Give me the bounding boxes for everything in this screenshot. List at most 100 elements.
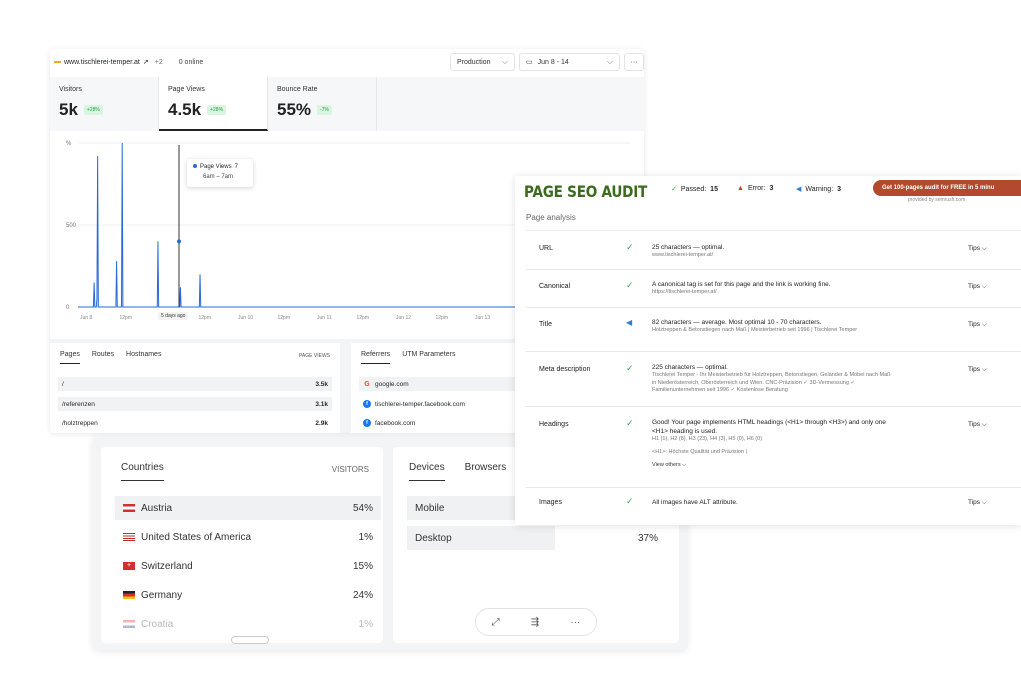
list-item[interactable]: Desktop [407,526,555,550]
tooltip-time: 6am – 7am [203,174,234,180]
view-others-label: View others [652,461,681,468]
more-icon: ··· [630,58,638,66]
free-audit-button[interactable]: Get 100-pages audit for FREE in 5 minu [873,180,1021,196]
list-item[interactable]: Germany 24% [115,583,381,607]
x-tick-label: Jun 12 [396,315,411,321]
metric-label: Visitors [59,86,82,93]
column-header: PAGE VIEWS [298,353,330,359]
row-sub: Tischlerei Temper - Ihr Meisterbetrieb f… [652,372,891,394]
tips-label: Tips [968,499,981,506]
tab-hostnames[interactable]: Hostnames [126,351,161,364]
row-label: google.com [375,380,409,388]
google-icon: G [364,380,370,388]
days-ago-label: 5 days ago [158,312,189,320]
online-count: 0 online [178,58,204,66]
more-menu-button[interactable]: ··· [624,53,644,71]
metric-page-views[interactable]: Page Views 4.5k +28% [159,77,268,131]
seo-table: URL ✓ 25 characters — optimal. www.tischl… [526,230,1021,525]
seo-row-headings: Headings ✓ Good! Your page implements HT… [526,407,1021,488]
row-name: URL [539,245,554,252]
warning-count: 3 [837,185,842,193]
x-tick-label: Jun 8 [80,315,92,321]
section-label: Page analysis [526,213,576,222]
warning-label: Warning: [805,185,834,193]
countries-card: Countries VISITORS Austria 54% United Sta… [101,447,383,644]
row-text: 82 characters — average. Most optimal 10… [652,319,822,326]
usa-flag-icon [123,533,135,541]
x-tick-label: 12pm [199,315,212,321]
seo-row-images: Images ✓ All images have ALT attribute. … [526,488,1021,526]
tab-utm-parameters[interactable]: UTM Parameters [402,351,455,364]
more-icon[interactable]: ··· [570,617,580,628]
scroll-pill[interactable] [231,636,269,644]
x-tick-label: Jun 10 [238,315,253,321]
x-tick-label: 12pm [278,315,291,321]
view-others-link[interactable]: View others ⌵ [652,462,892,470]
tips-button[interactable]: Tips ⌵ [968,283,987,291]
table-row[interactable]: /referenzen 3.1k [58,397,332,411]
tips-label: Tips [968,283,981,290]
row-name: Meta description [539,366,591,373]
x-tick-label: Jun 11 [317,315,332,321]
metric-bounce-rate[interactable]: Bounce Rate 55% -7% [268,77,377,131]
row-name: Canonical [539,283,571,290]
tips-button[interactable]: Tips ⌵ [968,499,987,507]
tab-browsers[interactable]: Browsers [465,462,507,481]
chevron-down-icon: ⌵ [501,57,508,66]
tab-countries[interactable]: Countries [121,462,164,481]
chevron-down-icon: ⌵ [606,57,613,66]
site-selector[interactable]: www.tischlerei-temper.at ↗ +2 [54,58,163,66]
check-icon: ✓ [626,280,634,290]
country-value: 54% [352,502,373,514]
table-row[interactable]: /holztreppen 2.9k [58,416,332,430]
list-item[interactable]: Austria 54% [115,496,381,520]
tab-routes[interactable]: Routes [92,351,114,364]
row-value: 2.9k [315,419,328,427]
seo-row-meta-description: Meta description ✓ 225 characters — opti… [526,352,1021,407]
tips-button[interactable]: Tips ⌵ [968,321,987,329]
tips-button[interactable]: Tips ⌵ [968,245,987,253]
y-tick-label: 500 [66,223,77,229]
tooltip-value: 7 [234,164,238,170]
share-icon[interactable]: ⇶ [531,617,539,628]
site-logo-icon [54,61,61,63]
switzerland-flag-icon: + [123,562,135,570]
metric-visitors[interactable]: Visitors 5k +28% [50,77,159,131]
check-icon: ✓ [626,496,634,506]
tab-devices[interactable]: Devices [409,462,445,481]
chart-tooltip: Page Views 7 6am – 7am [187,159,253,187]
row-text: All images have ALT attribute. [652,499,738,506]
seo-row-title: Title ◀ 82 characters — average. Most op… [526,308,1021,352]
tips-button[interactable]: Tips ⌵ [968,366,987,374]
facebook-icon: f [363,419,371,427]
list-item[interactable]: + Switzerland 15% [115,554,381,578]
x-tick-label: 12pm [436,315,449,321]
row-label: facebook.com [375,419,416,427]
table-row[interactable]: / 3.5k [58,377,332,391]
country-value: 24% [352,589,373,601]
tab-pages[interactable]: Pages [60,351,80,364]
row-sub: Holztreppen & Betonstiegen nach Maß | Me… [652,327,858,334]
environment-select[interactable]: Production ⌵ [450,53,515,71]
facebook-icon: f [363,400,371,408]
country-name: United States of America [141,531,252,543]
tab-referrers[interactable]: Referrers [361,351,391,364]
metric-value: 4.5k [168,100,202,119]
external-link-icon[interactable]: ↗ [143,58,149,66]
tips-button[interactable]: Tips ⌵ [968,421,987,429]
metrics-row: Visitors 5k +28% Page Views 4.5k +28% Boun… [50,77,644,131]
x-tick-label: 12pm [357,315,370,321]
row-name: Images [539,499,562,506]
list-item[interactable]: Croatia 1% [115,612,381,636]
expand-icon[interactable]: ⤢ [492,617,500,628]
tips-label: Tips [968,366,981,373]
list-item[interactable]: United States of America 1% [115,525,381,549]
row-label: /referenzen [62,400,95,408]
row-value: 3.5k [315,380,328,388]
warning-stat: ◀ Warning: 3 [796,185,842,194]
environment-value: Production [457,58,491,66]
seo-audit-panel: PAGE SEO AUDIT ✓ Passed: 15 ▲ Error: 3 ◀ W… [515,176,1021,525]
megaphone-icon: ◀ [796,186,802,193]
date-range-select[interactable]: ▭ Jun 8 - 14 ⌵ [519,53,620,71]
tips-label: Tips [968,245,981,252]
